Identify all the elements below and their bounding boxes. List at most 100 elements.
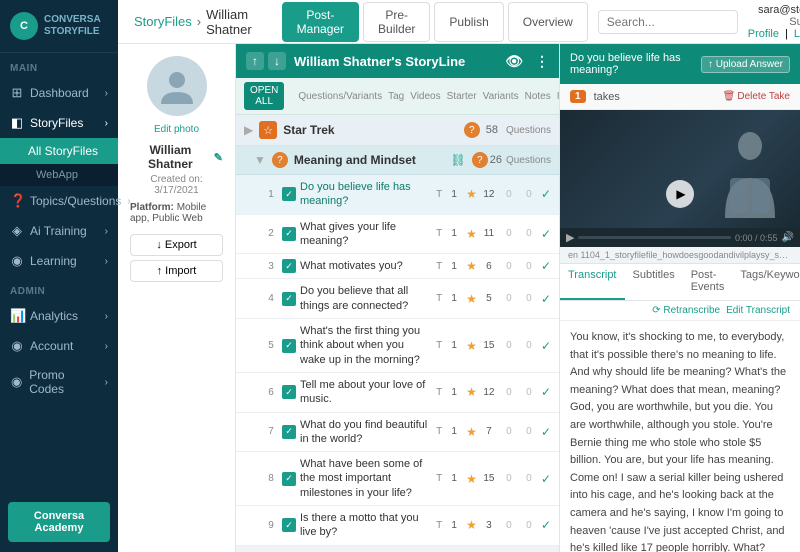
question-row[interactable]: 9 ✓ Is there a motto that you live by? T…	[236, 506, 559, 546]
tab-subtitles[interactable]: Subtitles	[625, 264, 683, 300]
tab-post-events[interactable]: Post-Events	[683, 264, 733, 300]
question-number: 7	[264, 426, 278, 437]
open-all-button[interactable]: OPENALL	[244, 82, 284, 110]
play-pause-button[interactable]: ▶	[566, 231, 574, 244]
import-button[interactable]: ↑ Import	[130, 260, 223, 282]
question-starter: ★	[466, 292, 477, 306]
sidebar-item-promo[interactable]: ◉ Promo Codes ›	[0, 361, 118, 403]
question-variants: 12	[481, 387, 497, 398]
tab-post-manager[interactable]: Post-Manager	[282, 2, 359, 42]
sidebar-item-label: Learning	[30, 254, 77, 268]
search-input[interactable]	[598, 10, 738, 34]
sidebar-item-label: Ai Training	[30, 224, 87, 238]
question-notes: 0	[501, 293, 517, 304]
sidebar-item-ai-training[interactable]: ◈ Ai Training ›	[0, 216, 118, 246]
topbar-right: sara@storyfile.com Super Admin Profile |…	[598, 4, 800, 40]
question-checkbox[interactable]: ✓	[282, 339, 296, 353]
sort-down-button[interactable]: ↓	[268, 52, 286, 70]
profile-link[interactable]: Profile	[748, 28, 779, 40]
category-star-trek[interactable]: ▶ ☆ Star Trek ? 58 Questions	[236, 115, 559, 146]
volume-icon[interactable]: 🔊	[782, 232, 794, 243]
sidebar-item-account[interactable]: ◉ Account ›	[0, 331, 118, 361]
retranscribe-button[interactable]: ⟳ Retranscribe	[652, 305, 720, 316]
question-row[interactable]: 3 ✓ What motivates you? T 1 ★ 6 0 0 ✓	[236, 254, 559, 279]
category-expand-icon: ▶	[244, 123, 253, 137]
question-row[interactable]: 1 ✓ Do you believe life has meaning? T 1…	[236, 175, 559, 215]
sidebar: C CONVERSASTORYFILE MAIN ⊞ Dashboard › ◧…	[0, 0, 118, 552]
subcategory-count: 26	[490, 154, 502, 166]
question-row[interactable]: 7 ✓ What do you find beautiful in the wo…	[236, 413, 559, 453]
edit-photo-link[interactable]: Edit photo	[154, 124, 199, 135]
takes-label: takes	[594, 91, 620, 103]
conversa-academy-button[interactable]: Conversa Academy	[8, 502, 110, 542]
breadcrumb-parent[interactable]: StoryFiles	[134, 14, 192, 29]
question-trans: ✓	[541, 292, 551, 306]
question-row[interactable]: 4 ✓ Do you believe that all things are c…	[236, 279, 559, 319]
edit-transcript-button[interactable]: Edit Transcript	[726, 305, 790, 316]
question-checkbox[interactable]: ✓	[282, 227, 296, 241]
topbar: StoryFiles › William Shatner Post-Manage…	[118, 0, 800, 44]
question-text[interactable]: Is there a motto that you live by?	[300, 511, 432, 540]
question-checkbox[interactable]: ✓	[282, 518, 296, 532]
sidebar-item-topics[interactable]: ❓ Topics/Questions ›	[0, 186, 118, 216]
sidebar-item-webapp[interactable]: WebApp	[0, 164, 118, 186]
tab-pre-builder[interactable]: Pre-Builder	[363, 2, 430, 42]
question-checkbox[interactable]: ✓	[282, 259, 296, 273]
eye-icon[interactable]: 👁	[505, 53, 523, 70]
question-checkbox[interactable]: ✓	[282, 385, 296, 399]
video-progress-bar[interactable]	[578, 236, 731, 239]
question-text[interactable]: What have been some of the most importan…	[300, 457, 432, 500]
sidebar-item-label: Dashboard	[30, 86, 89, 100]
question-text[interactable]: Do you believe that all things are conne…	[300, 284, 432, 313]
question-row[interactable]: 5 ✓ What's the first thing you think abo…	[236, 319, 559, 373]
question-checkbox[interactable]: ✓	[282, 292, 296, 306]
logout-link[interactable]: Logout	[794, 28, 800, 40]
col-questions-header: Questions/Variants	[298, 91, 382, 102]
question-trans: ✓	[541, 187, 551, 201]
tab-tags-keywords[interactable]: Tags/Keywords	[732, 264, 800, 300]
edit-name-icon[interactable]: ✎	[214, 151, 223, 164]
question-notes: 0	[501, 228, 517, 239]
chevron-right-icon: ›	[105, 311, 108, 322]
tab-transcript[interactable]: Transcript	[560, 264, 625, 300]
question-text[interactable]: Do you believe life has meaning?	[300, 180, 432, 209]
upload-answer-button[interactable]: ↑ Upload Answer	[701, 56, 790, 73]
play-button-overlay[interactable]: ▶	[666, 180, 694, 208]
sidebar-item-learning[interactable]: ◉ Learning ›	[0, 246, 118, 276]
sidebar-item-all-storyfiles[interactable]: All StoryFiles	[0, 138, 118, 164]
question-text[interactable]: What's the first thing you think about w…	[300, 324, 432, 367]
export-button[interactable]: ↓ Export	[130, 234, 223, 256]
question-row[interactable]: 8 ✓ What have been some of the most impo…	[236, 452, 559, 506]
question-text[interactable]: What motivates you?	[300, 259, 432, 273]
chevron-right-icon: ›	[105, 256, 108, 267]
sidebar-item-storyfiles[interactable]: ◧ StoryFiles ›	[0, 108, 118, 138]
question-videos: 1	[446, 189, 462, 200]
delete-take-button[interactable]: 🗑 Delete Take	[723, 91, 790, 102]
tab-overview[interactable]: Overview	[508, 2, 588, 42]
question-text[interactable]: What gives your life meaning?	[300, 220, 432, 249]
question-number: 6	[264, 387, 278, 398]
analytics-icon: 📊	[10, 308, 24, 324]
subcategory-meaning-mindset[interactable]: ▼ ? Meaning and Mindset ⛓ ? 26 Questions	[236, 146, 559, 175]
sort-up-button[interactable]: ↑	[246, 52, 264, 70]
question-issue: 0	[521, 228, 537, 239]
question-text[interactable]: What do you find beautiful in the world?	[300, 418, 432, 447]
sidebar-item-dashboard[interactable]: ⊞ Dashboard ›	[0, 78, 118, 108]
subcategory-count-label: Questions	[506, 155, 551, 166]
question-checkbox[interactable]: ✓	[282, 472, 296, 486]
tab-publish[interactable]: Publish	[434, 2, 503, 42]
ai-training-icon: ◈	[10, 223, 24, 239]
question-row[interactable]: 2 ✓ What gives your life meaning? T 1 ★ …	[236, 215, 559, 255]
question-text[interactable]: Tell me about your love of music.	[300, 378, 432, 407]
main-content: StoryFiles › William Shatner Post-Manage…	[118, 0, 800, 552]
subcategory-link-icon[interactable]: ⛓	[450, 153, 465, 167]
question-checkbox[interactable]: ✓	[282, 187, 296, 201]
question-variants: 15	[481, 340, 497, 351]
category-name: Star Trek	[283, 123, 457, 137]
question-issue: 0	[521, 189, 537, 200]
question-checkbox[interactable]: ✓	[282, 425, 296, 439]
question-videos: 1	[446, 293, 462, 304]
sidebar-item-analytics[interactable]: 📊 Analytics ›	[0, 301, 118, 331]
question-row[interactable]: 6 ✓ Tell me about your love of music. T …	[236, 373, 559, 413]
settings-icon[interactable]: ⋮	[535, 53, 549, 70]
